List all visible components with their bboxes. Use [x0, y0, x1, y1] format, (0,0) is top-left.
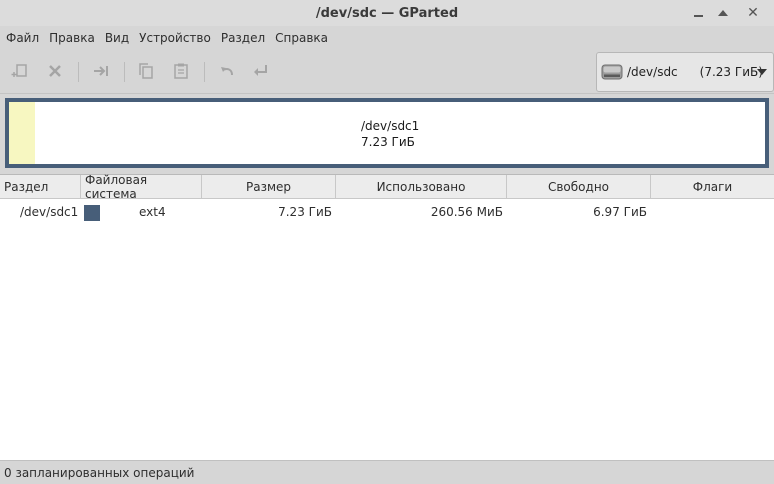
delete-icon [49, 65, 61, 77]
device-size: (7.23 ГиБ) [699, 65, 763, 79]
device-name: /dev/sdc [627, 65, 678, 79]
menu-edit[interactable]: Правка [49, 31, 95, 45]
cell-free: 6.97 ГиБ [593, 205, 647, 219]
resize-move-icon [94, 66, 108, 76]
toolbar-separator [204, 62, 205, 82]
menu-help[interactable]: Справка [275, 31, 328, 45]
status-text: 0 запланированных операций [4, 465, 195, 480]
menu-device[interactable]: Устройство [139, 31, 211, 45]
close-icon: ✕ [747, 5, 759, 21]
new-partition-icon [11, 64, 27, 77]
menu-bar: Файл Правка Вид Устройство Раздел Справк… [0, 26, 774, 50]
disk-map[interactable]: /dev/sdc1 7.23 ГиБ [5, 98, 769, 168]
header-filesystem[interactable]: Файловая система [81, 173, 202, 201]
table-header: Раздел Файловая система Размер Использов… [0, 173, 774, 201]
header-free[interactable]: Свободно [507, 175, 651, 199]
paste-button[interactable] [167, 58, 195, 84]
copy-button[interactable] [132, 58, 160, 84]
copy-icon [139, 63, 153, 79]
partition-map-label: /dev/sdc1 7.23 ГиБ [361, 118, 419, 150]
new-partition-button[interactable] [6, 58, 34, 84]
filesystem-color-swatch [84, 205, 100, 221]
apply-icon [254, 65, 267, 76]
menu-view[interactable]: Вид [105, 31, 129, 45]
table-row[interactable]: /dev/sdc1 ext4 7.23 ГиБ 260.56 МиБ 6.97 … [0, 201, 774, 223]
menu-partition[interactable]: Раздел [221, 31, 265, 45]
used-space-bar [9, 102, 35, 164]
cell-flags [651, 201, 770, 223]
delete-button[interactable] [41, 58, 69, 84]
undo-button[interactable] [213, 58, 241, 84]
close-button[interactable]: ✕ [744, 4, 762, 22]
toolbar-separator [78, 62, 79, 82]
partition-map-name: /dev/sdc1 [361, 119, 420, 133]
cell-size: 7.23 ГиБ [278, 205, 332, 219]
apply-button[interactable] [247, 58, 275, 84]
title-bar: /dev/sdc — GParted [0, 0, 774, 26]
dropdown-arrow-icon [757, 69, 767, 75]
header-used[interactable]: Использовано [336, 175, 507, 199]
window-title: /dev/sdc — GParted [315, 5, 459, 21]
status-bar: 0 запланированных операций [0, 460, 774, 484]
partition-map-size: 7.23 ГиБ [361, 135, 415, 149]
partition-block[interactable]: /dev/sdc1 7.23 ГиБ [9, 102, 765, 164]
header-partition[interactable]: Раздел [0, 175, 81, 199]
undo-icon [221, 67, 233, 76]
maximize-button[interactable] [714, 4, 732, 22]
cell-partition: /dev/sdc1 [20, 205, 79, 219]
hard-disk-icon [601, 64, 623, 80]
minimize-icon [693, 15, 703, 17]
cell-used: 260.56 МиБ [430, 205, 503, 219]
header-size[interactable]: Размер [202, 175, 336, 199]
cell-filesystem: ext4 [139, 205, 166, 219]
device-selector[interactable]: /dev/sdc (7.23 ГиБ) [596, 52, 774, 92]
minimize-button[interactable] [689, 4, 707, 22]
partition-table: Раздел Файловая система Размер Использов… [0, 173, 774, 460]
paste-icon [174, 63, 188, 79]
header-flags[interactable]: Флаги [651, 175, 774, 199]
toolbar-separator [124, 62, 125, 82]
menu-file[interactable]: Файл [6, 31, 39, 45]
maximize-icon [718, 10, 728, 16]
resize-move-button[interactable] [87, 58, 115, 84]
